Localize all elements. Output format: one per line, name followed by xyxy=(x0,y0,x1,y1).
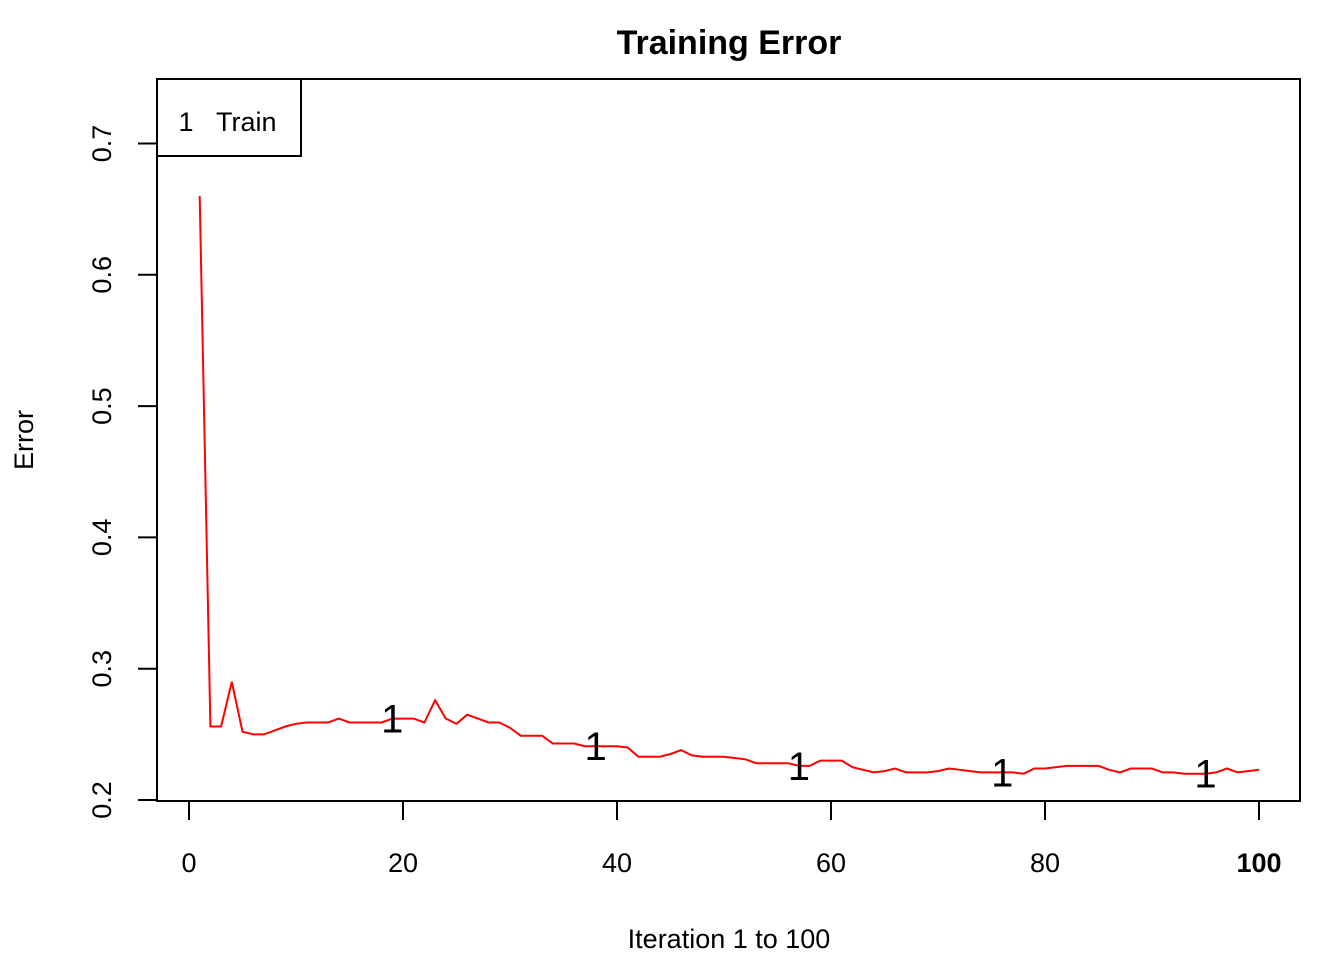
series-point-marker: 1 xyxy=(1194,753,1216,797)
x-tick-label: 20 xyxy=(388,848,418,878)
chart-title: Training Error xyxy=(617,24,842,62)
y-tick-label: 0.4 xyxy=(87,519,117,557)
legend-symbol: 1 xyxy=(178,107,193,137)
plot-frame xyxy=(156,78,1301,802)
legend: 1 Train xyxy=(156,78,302,157)
training-error-chart: Training Error 0.2 0.3 0.4 0.5 0.6 0.7 0 20 40 6… xyxy=(9,24,1301,954)
y-tick-label: 0.3 xyxy=(87,650,117,688)
x-tick-label: 100 xyxy=(1236,848,1281,878)
x-tick-label: 80 xyxy=(1030,848,1060,878)
legend-label-train: Train xyxy=(216,107,277,137)
series-line-train xyxy=(198,195,1260,775)
y-tick-label: 0.7 xyxy=(87,125,117,163)
x-tick-label: 0 xyxy=(181,848,196,878)
y-axis: 0.2 0.3 0.4 0.5 0.6 0.7 xyxy=(87,125,158,819)
y-axis-label: Error xyxy=(9,410,39,470)
series-point-marker: 1 xyxy=(381,698,403,742)
series-point-marker: 1 xyxy=(991,751,1013,795)
x-axis: 0 20 40 60 80 100 xyxy=(181,800,1282,878)
series-point-marker: 1 xyxy=(584,725,606,769)
y-tick-label: 0.5 xyxy=(87,387,117,425)
x-axis-label: Iteration 1 to 100 xyxy=(628,924,831,954)
x-tick-label: 40 xyxy=(602,848,632,878)
x-tick-label: 60 xyxy=(816,848,846,878)
y-tick-label: 0.6 xyxy=(87,256,117,294)
series-layer: 1 1 1 1 1 xyxy=(198,195,1260,797)
series-point-marker: 1 xyxy=(788,745,810,789)
y-tick-label: 0.2 xyxy=(87,781,117,819)
